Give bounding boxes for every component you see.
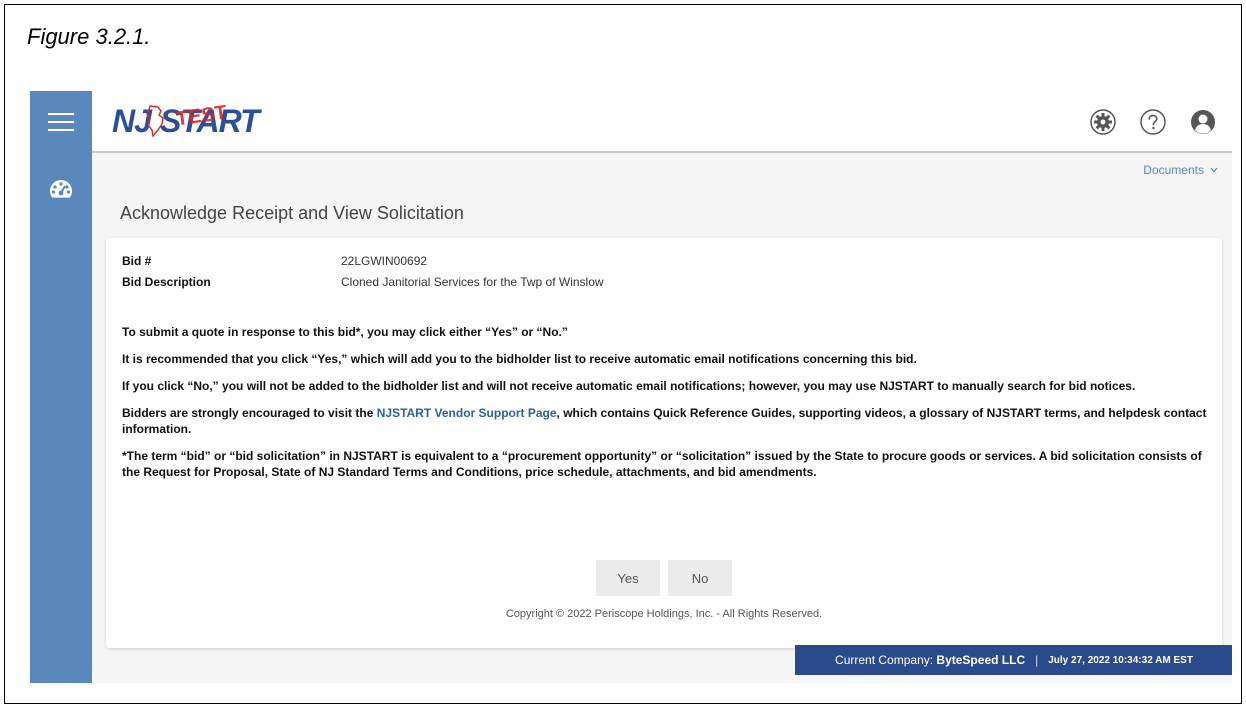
- documents-label: Documents: [1143, 163, 1204, 177]
- bid-description-value: Cloned Janitorial Services for the Twp o…: [341, 274, 604, 289]
- bid-info: Bid # 22LGWIN00692 Bid Description Clone…: [122, 250, 604, 292]
- instruction-paragraph: It is recommended that you click “Yes,” …: [122, 352, 917, 366]
- instruction-paragraph: *The term “bid” or “bid solicitation” in…: [122, 449, 1202, 479]
- sidebar: [30, 91, 92, 683]
- menu-button[interactable]: [30, 91, 92, 153]
- bid-number-label: Bid #: [122, 253, 152, 268]
- njstart-logo[interactable]: NJ START TEST: [112, 102, 292, 143]
- no-button[interactable]: No: [668, 560, 732, 596]
- status-separator: |: [1035, 653, 1039, 667]
- help-icon: [1140, 109, 1166, 135]
- page-title: Acknowledge Receipt and View Solicitatio…: [120, 203, 464, 223]
- documents-dropdown[interactable]: Documents: [1143, 163, 1218, 177]
- current-company: Current Company: ByteSpeed LLC: [835, 653, 1025, 667]
- gear-icon: [1090, 109, 1116, 135]
- instructions: To submit a quote in response to this bi…: [122, 324, 1214, 491]
- solicitation-card: Bid # 22LGWIN00692 Bid Description Clone…: [106, 238, 1222, 648]
- instruction-paragraph: If you click “No,” you will not be added…: [122, 379, 1136, 393]
- user-button[interactable]: [1188, 107, 1218, 137]
- header-icons: [1088, 107, 1218, 137]
- settings-button[interactable]: [1088, 107, 1118, 137]
- company-label: Current Company:: [835, 653, 934, 667]
- chevron-down-icon: [1210, 167, 1218, 173]
- status-datetime: July 27, 2022 10:34:32 AM EST: [1048, 654, 1193, 666]
- copyright: Copyright © 2022 Periscope Holdings, Inc…: [505, 608, 823, 620]
- dashboard-icon: [50, 180, 72, 198]
- bid-description-label: Bid Description: [122, 274, 211, 289]
- status-bar: Current Company: ByteSpeed LLC | July 27…: [795, 645, 1232, 675]
- action-buttons: Yes No: [596, 560, 732, 596]
- bid-number-value: 22LGWIN00692: [341, 253, 428, 268]
- instruction-paragraph: Bidders are strongly encouraged to visit…: [122, 405, 1214, 437]
- dashboard-button[interactable]: [30, 171, 92, 207]
- figure-caption: Figure 3.2.1.: [27, 24, 151, 49]
- help-button[interactable]: [1138, 107, 1168, 137]
- instruction-paragraph: To submit a quote in response to this bi…: [122, 325, 568, 339]
- vendor-support-link[interactable]: NJSTART Vendor Support Page: [377, 406, 557, 420]
- instruction-text: Bidders are strongly encouraged to visit…: [122, 406, 377, 420]
- yes-button[interactable]: Yes: [596, 560, 660, 596]
- company-name: ByteSpeed LLC: [936, 653, 1026, 667]
- user-icon: [1191, 110, 1215, 134]
- header: NJ START TEST: [92, 91, 1232, 153]
- app-window: NJ START TEST Documents Acknowledge Rece…: [30, 91, 1232, 683]
- menu-icon: [48, 113, 74, 131]
- bid-number-row: Bid # 22LGWIN00692: [122, 250, 604, 271]
- bid-description-row: Bid Description Cloned Janitorial Servic…: [122, 271, 604, 292]
